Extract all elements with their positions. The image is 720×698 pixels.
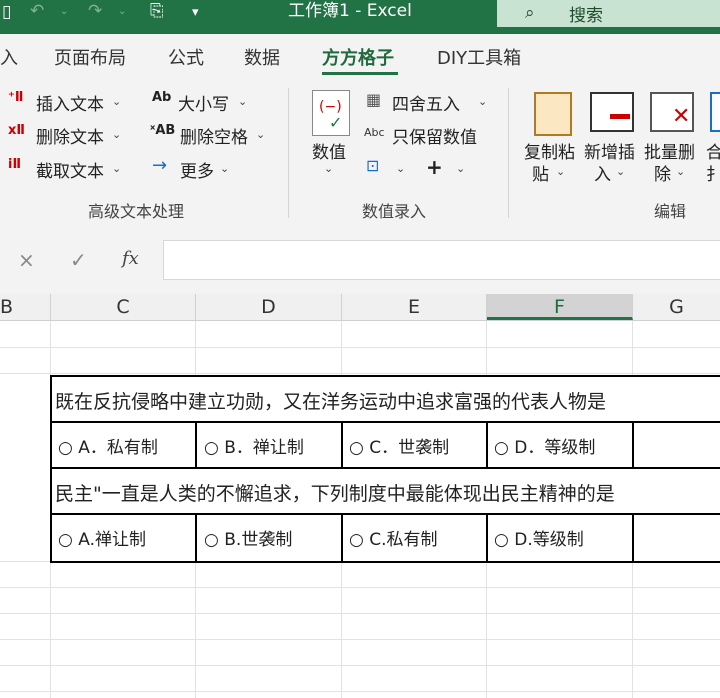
- chevron-down-icon[interactable]: ⌄: [256, 128, 265, 141]
- radio-icon: ○: [349, 438, 364, 458]
- chevron-down-icon[interactable]: ⌄: [478, 95, 487, 108]
- group-label-text-processing: 高级文本处理: [88, 202, 185, 221]
- group-divider: [508, 88, 509, 218]
- option-c-radio[interactable]: ○ C．世袭制: [349, 433, 449, 458]
- group-label-edit: 编辑: [654, 202, 687, 221]
- edit-cell-icon[interactable]: ⊡: [366, 156, 379, 175]
- add-insert-button-line2[interactable]: 入: [594, 160, 611, 185]
- column-header-c[interactable]: C: [51, 294, 196, 320]
- tab-insert[interactable]: 入: [0, 44, 18, 70]
- radio-icon: ○: [58, 438, 73, 458]
- case-icon: Ab: [152, 90, 172, 105]
- more-button[interactable]: 更多: [180, 157, 214, 182]
- customize-toolbar-icon[interactable]: ▾: [192, 2, 199, 24]
- chevron-down-icon[interactable]: ⌄: [112, 95, 121, 108]
- ribbon-tabs: 入 页面布局 公式 数据 方方格子 DIY工具箱: [0, 34, 720, 78]
- search-box[interactable]: ⌕ 搜索: [497, 0, 720, 27]
- insert-text-icon: ⁺Ⅱ: [8, 90, 24, 105]
- column-header-f[interactable]: F: [487, 294, 633, 320]
- option-d-radio[interactable]: ○ D．等级制: [494, 433, 595, 458]
- option-a-radio[interactable]: ○ A．私有制: [58, 433, 158, 458]
- chevron-down-icon[interactable]: ⌄: [456, 162, 465, 175]
- redo-icon[interactable]: ↷: [88, 0, 102, 22]
- group-divider: [288, 88, 289, 218]
- formula-input[interactable]: [163, 240, 720, 280]
- column-header-e[interactable]: E: [342, 294, 487, 320]
- round-button[interactable]: 四舍五入: [392, 90, 460, 115]
- delete-spaces-icon: ˣAB: [150, 123, 176, 138]
- option-a-radio[interactable]: ○ A.禅让制: [58, 525, 146, 550]
- chevron-down-icon[interactable]: ⌄: [616, 165, 625, 178]
- chevron-down-icon[interactable]: ⌄: [556, 165, 565, 178]
- column-header-d[interactable]: D: [196, 294, 342, 320]
- column-header-b[interactable]: B: [0, 294, 51, 320]
- tab-diy-toolbox[interactable]: DIY工具箱: [437, 44, 521, 70]
- plus-button[interactable]: +: [426, 155, 443, 179]
- search-placeholder: 搜索: [569, 6, 603, 26]
- option-b-radio[interactable]: ○ B．禅让制: [204, 433, 304, 458]
- option-b-radio[interactable]: ○ B.世袭制: [204, 525, 292, 550]
- case-button[interactable]: 大小写: [178, 90, 229, 115]
- window-title: 工作簿1 - Excel: [288, 1, 412, 21]
- active-tab-indicator: [322, 72, 398, 75]
- delete-spaces-button[interactable]: 删除空格: [180, 123, 248, 148]
- cancel-icon[interactable]: ×: [18, 248, 35, 272]
- insert-text-button[interactable]: 插入文本: [36, 90, 104, 115]
- search-icon: ⌕: [525, 3, 535, 23]
- question-text[interactable]: 既在反抗侵略中建立功勋，又在洋务运动中追求富强的代表人物是: [55, 387, 606, 414]
- radio-icon: ○: [494, 530, 509, 550]
- batch-delete-icon: ✕: [650, 92, 694, 132]
- enter-icon[interactable]: ✓: [70, 248, 87, 272]
- radio-icon: ○: [494, 438, 509, 458]
- chevron-down-icon[interactable]: ⌄: [396, 162, 405, 175]
- batch-delete-button-line2[interactable]: 除: [654, 160, 671, 185]
- clipboard-icon[interactable]: ⎘: [150, 0, 164, 22]
- worksheet-grid[interactable]: 既在反抗侵略中建立功勋，又在洋务运动中追求富强的代表人物是 ○ A．私有制 ○ …: [0, 321, 720, 698]
- delete-text-button[interactable]: 删除文本: [36, 123, 104, 148]
- question-text[interactable]: 民主"一直是人类的不懈追求，下列制度中最能体现出民主精神的是: [55, 479, 615, 506]
- value-icon: (−) ✓: [312, 90, 350, 136]
- tab-fangfangezi[interactable]: 方方格子: [322, 44, 394, 70]
- tab-data[interactable]: 数据: [244, 44, 280, 70]
- undo-icon[interactable]: ↶: [30, 0, 44, 22]
- merge-icon: [710, 92, 720, 132]
- chevron-down-icon[interactable]: ⌄: [112, 162, 121, 175]
- abc-icon: Abc: [364, 126, 385, 139]
- option-c-radio[interactable]: ○ C.私有制: [349, 525, 438, 550]
- column-headers: B C D E F G: [0, 294, 720, 321]
- extract-text-button[interactable]: 截取文本: [36, 157, 104, 182]
- copy-paste-icon: [534, 92, 572, 136]
- radio-icon: ○: [58, 530, 73, 550]
- group-label-number-entry: 数值录入: [362, 202, 427, 221]
- insert-function-icon[interactable]: fx: [122, 248, 139, 269]
- save-icon[interactable]: ▯: [2, 1, 11, 23]
- round-icon: ▦: [366, 90, 382, 109]
- value-button[interactable]: 数值: [312, 138, 346, 163]
- add-insert-icon: [590, 92, 634, 132]
- chevron-down-icon[interactable]: ⌄: [676, 165, 685, 178]
- chevron-down-icon[interactable]: ⌄: [238, 95, 247, 108]
- extract-text-icon: ⅰⅡ: [8, 157, 22, 172]
- option-d-radio[interactable]: ○ D.等级制: [494, 525, 584, 550]
- copy-paste-button-line2[interactable]: 贴: [532, 160, 549, 185]
- chevron-down-icon[interactable]: ⌄: [220, 162, 229, 175]
- tab-formulas[interactable]: 公式: [168, 44, 204, 70]
- merge-button-line2[interactable]: 扌: [706, 160, 720, 185]
- radio-icon: ○: [204, 530, 219, 550]
- radio-icon: ○: [204, 438, 219, 458]
- chevron-down-icon[interactable]: ⌄: [112, 128, 121, 141]
- ribbon: ⁺Ⅱ 插入文本 ⌄ ⅹⅡ 删除文本 ⌄ ⅰⅡ 截取文本 ⌄ Ab 大小写 ⌄ ˣ…: [0, 78, 720, 239]
- tab-page-layout[interactable]: 页面布局: [54, 44, 126, 70]
- chevron-down-icon[interactable]: ⌄: [324, 162, 333, 175]
- keep-values-button[interactable]: 只保留数值: [392, 123, 477, 148]
- delete-text-icon: ⅹⅡ: [8, 123, 25, 138]
- arrow-right-icon: →: [152, 155, 168, 176]
- column-header-g[interactable]: G: [633, 294, 720, 320]
- undo-dropdown-icon[interactable]: ⌄: [60, 6, 68, 17]
- radio-icon: ○: [349, 530, 364, 550]
- redo-dropdown-icon[interactable]: ⌄: [118, 6, 126, 17]
